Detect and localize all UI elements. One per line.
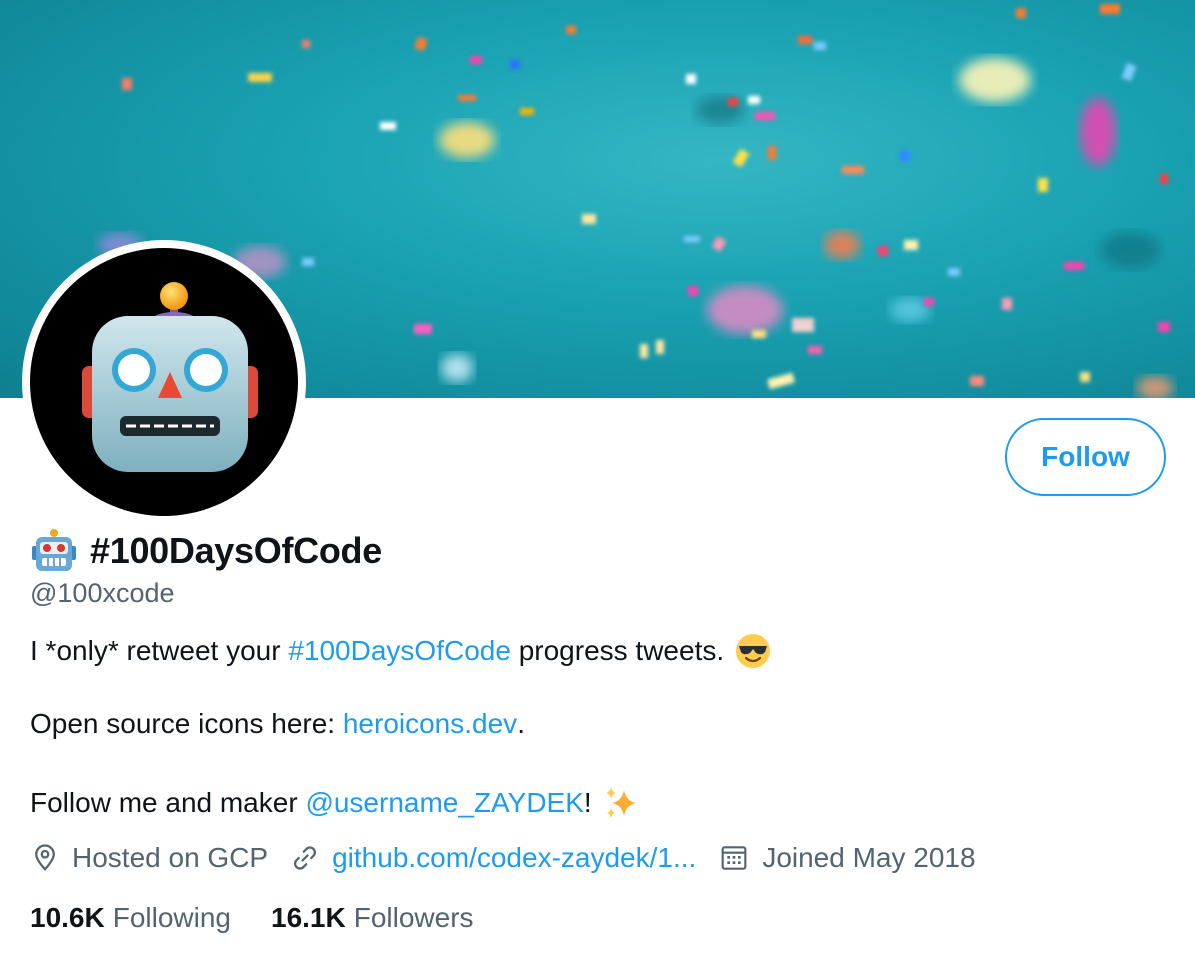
avatar-image: [30, 248, 298, 516]
bio-text: Open source icons here:: [30, 708, 343, 739]
profile-avatar[interactable]: [22, 240, 306, 524]
calendar-icon: [721, 846, 747, 870]
bio-text: .: [517, 708, 525, 739]
location-item: Hosted on GCP: [30, 842, 268, 874]
user-handle: @100xcode: [30, 578, 175, 608]
profile-stats-row: 10.6K Following 16.1K Followers: [30, 902, 514, 934]
sparkles-icon: [605, 787, 636, 818]
following-label: Following: [112, 902, 231, 933]
bio-text: Follow me and maker: [30, 787, 306, 818]
followers-count: 16.1K: [271, 902, 346, 933]
heroicons-link[interactable]: heroicons.dev: [343, 708, 517, 740]
followers-label: Followers: [353, 902, 474, 933]
bio-line-2: Open source icons here: heroicons.dev .: [30, 708, 525, 740]
website-item[interactable]: github.com/codex-zaydek/1...: [290, 842, 696, 874]
profile-name-row: #100DaysOfCode: [30, 528, 382, 574]
hashtag-link[interactable]: #100DaysOfCode: [288, 635, 511, 667]
bio-line-3: Follow me and maker @username_ZAYDEK !: [30, 784, 640, 822]
joined-item: Joined May 2018: [718, 842, 976, 874]
mention-link[interactable]: @username_ZAYDEK: [305, 787, 583, 819]
bio-line-1: I *only* retweet your #100DaysOfCode pro…: [30, 632, 772, 670]
bio-text: progress tweets.: [510, 635, 725, 666]
link-icon: [294, 846, 317, 870]
smiling-face-with-sunglasses-icon: [736, 634, 771, 668]
followers-stat[interactable]: 16.1K Followers: [271, 902, 474, 934]
following-stat[interactable]: 10.6K Following: [30, 902, 231, 934]
robot-face-icon: [82, 282, 258, 472]
bio-text: I *only* retweet your: [30, 635, 289, 666]
follow-button[interactable]: Follow: [1005, 418, 1166, 496]
display-name: #100DaysOfCode: [90, 530, 382, 571]
following-count: 10.6K: [30, 902, 105, 933]
joined-text: Joined May 2018: [762, 842, 976, 873]
profile-meta-row: Hosted on GCP github.com/codex-zaydek/1.…: [30, 842, 998, 874]
location-pin-icon: [35, 844, 55, 871]
robot-emoji-icon: [32, 529, 76, 571]
location-text: Hosted on GCP: [72, 842, 269, 873]
website-link[interactable]: github.com/codex-zaydek/1...: [332, 842, 696, 874]
bio-text: !: [583, 787, 592, 818]
